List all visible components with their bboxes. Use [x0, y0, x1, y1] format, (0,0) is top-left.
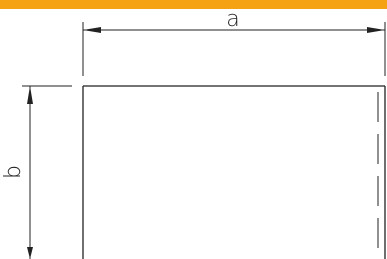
height-arrow-top: [27, 86, 33, 104]
rectangle-shape: [82, 85, 386, 259]
width-arrow-left: [83, 27, 101, 33]
width-label: a: [226, 7, 239, 32]
dimension-drawing: a b: [1, 7, 386, 259]
height-dimension: [22, 85, 72, 259]
width-arrow-right: [367, 27, 385, 33]
height-label: b: [1, 165, 26, 179]
height-arrow-bottom: [27, 247, 33, 259]
